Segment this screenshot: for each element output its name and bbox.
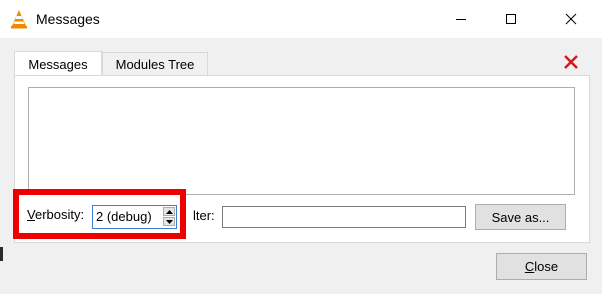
window-edge-fragment [0,247,3,261]
close-button[interactable]: Close [496,253,587,280]
title-bar: Messages [0,0,602,38]
minimize-icon [456,19,466,20]
red-x-icon[interactable] [563,54,579,70]
close-label: Close [525,259,558,274]
close-icon [565,13,577,25]
maximize-icon [506,14,516,24]
close-label-text: lose [534,259,559,274]
window-title: Messages [36,11,100,27]
verbosity-highlight-box [13,189,186,239]
close-mnemonic: C [524,259,535,274]
messages-window: Messages Messages Modules Tree Verbosity… [0,0,602,294]
tab-label: Modules Tree [115,56,195,72]
tab-modules-tree[interactable]: Modules Tree [102,52,208,75]
filter-label: lter: [193,208,215,223]
messages-log[interactable] [28,87,575,195]
tab-label: Messages [28,56,88,72]
save-as-button[interactable]: Save as... [475,204,566,230]
vlc-cone-icon [11,10,27,29]
window-close-button[interactable] [548,0,594,38]
maximize-button[interactable] [488,0,534,38]
minimize-button[interactable] [438,0,484,38]
save-as-label: Save as... [491,209,550,225]
tab-messages[interactable]: Messages [14,51,102,76]
filter-input[interactable] [222,206,466,228]
